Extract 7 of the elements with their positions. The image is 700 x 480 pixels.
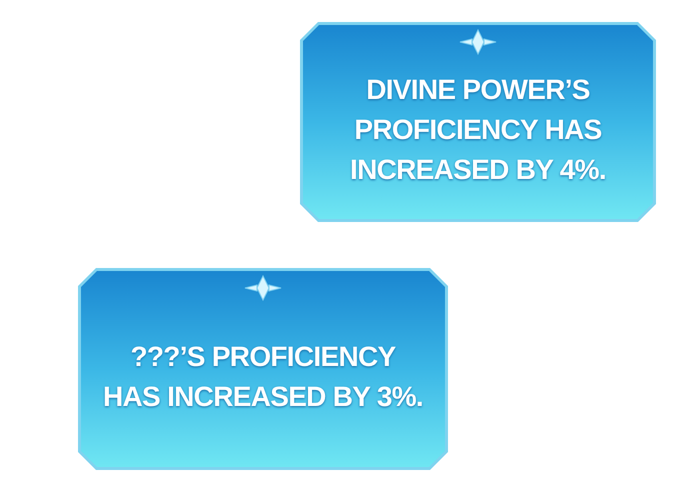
message-line: DIVINE POWER’S (366, 73, 590, 107)
message-line: INCREASED BY 4%. (350, 153, 606, 187)
message-line: PROFICIENCY HAS (354, 113, 602, 147)
message-line: HAS INCREASED BY 3%. (102, 380, 423, 414)
message-line: ???’S PROFICIENCY (130, 340, 396, 374)
star-ornament-icon (458, 29, 498, 55)
star-ornament-icon (243, 275, 283, 301)
